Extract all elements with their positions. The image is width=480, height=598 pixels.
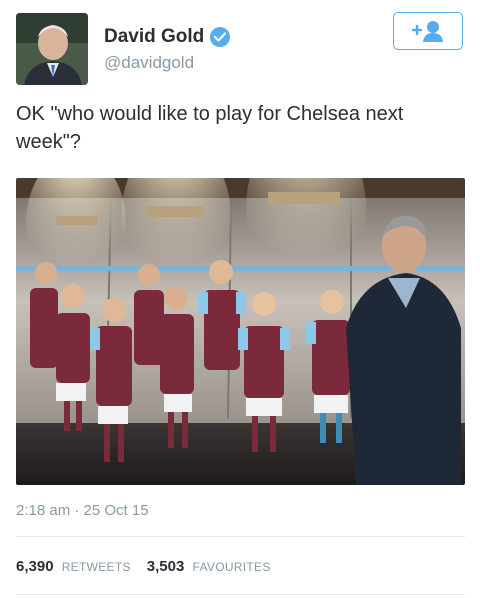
avatar[interactable] [16,13,88,85]
tweet-timestamp[interactable]: 2:18 am · 25 Oct 15 [16,502,149,519]
favourites-stat[interactable]: 3,503 FAVOURITES [147,558,271,575]
user-handle[interactable]: @davidgold [104,53,194,73]
user-name[interactable]: David Gold [104,26,231,48]
favourites-count: 3,503 [146,558,185,575]
tweet-photo[interactable] [16,178,465,485]
tweet-text: OK "who would like to play for Chelsea n… [16,103,404,153]
divider [16,594,465,595]
user-name-text: David Gold [104,26,205,47]
tweet-stats: 6,390 RETWEETS 3,503 FAVOURITES [16,558,271,575]
avatar-image [16,13,88,85]
favourites-label: FAVOURITES [192,560,271,574]
divider [16,536,465,537]
retweets-count: 6,390 [16,558,54,575]
retweets-label: RETWEETS [61,560,131,574]
follow-button[interactable] [393,12,463,50]
photo-image [16,178,465,485]
follow-user-icon [411,21,443,42]
retweets-stat[interactable]: 6,390 RETWEETS [16,558,131,575]
verified-badge-icon [210,27,231,47]
